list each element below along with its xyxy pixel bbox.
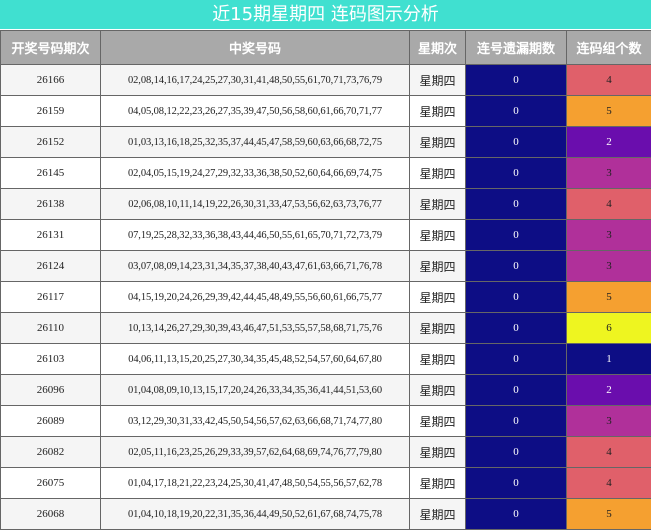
- consecutive-count-cell: 3: [566, 219, 651, 251]
- header-numbers: 中奖号码: [100, 30, 410, 65]
- weekday-cell: 星期四: [409, 281, 466, 313]
- table-row: 26124 03,07,08,09,14,23,31,34,35,37,38,40…: [0, 250, 651, 282]
- table-row: 26117 04,15,19,20,24,26,29,39,42,44,45,48…: [0, 281, 651, 313]
- miss-count-cell: 0: [465, 64, 567, 96]
- consecutive-count-cell: 2: [566, 126, 651, 158]
- table-row: 26089 03,12,29,30,31,33,42,45,50,54,56,57…: [0, 405, 651, 437]
- weekday-cell: 星期四: [409, 250, 466, 282]
- lottery-analysis-panel: 近15期星期四 连码图示分析 开奖号码期次 中奖号码 星期次 连号遗漏期数 连码…: [0, 0, 651, 530]
- numbers-cell: 03,12,29,30,31,33,42,45,50,54,56,57,62,6…: [100, 405, 410, 437]
- period-cell: 26138: [0, 188, 101, 220]
- numbers-cell: 02,05,11,16,23,25,26,29,33,39,57,62,64,6…: [100, 436, 410, 468]
- numbers-cell: 07,19,25,28,32,33,36,38,43,44,46,50,55,6…: [100, 219, 410, 251]
- weekday-cell: 星期四: [409, 498, 466, 530]
- consecutive-count-cell: 4: [566, 64, 651, 96]
- period-cell: 26096: [0, 374, 101, 406]
- weekday-cell: 星期四: [409, 374, 466, 406]
- weekday-cell: 星期四: [409, 126, 466, 158]
- table-row: 26145 02,04,05,15,19,24,27,29,32,33,36,38…: [0, 157, 651, 189]
- weekday-cell: 星期四: [409, 188, 466, 220]
- miss-count-cell: 0: [465, 498, 567, 530]
- miss-count-cell: 0: [465, 405, 567, 437]
- header-period: 开奖号码期次: [0, 30, 101, 65]
- period-cell: 26145: [0, 157, 101, 189]
- period-cell: 26166: [0, 64, 101, 96]
- miss-count-cell: 0: [465, 467, 567, 499]
- numbers-cell: 03,07,08,09,14,23,31,34,35,37,38,40,43,4…: [100, 250, 410, 282]
- consecutive-count-cell: 1: [566, 343, 651, 375]
- consecutive-count-cell: 5: [566, 281, 651, 313]
- table-row: 26152 01,03,13,16,18,25,32,35,37,44,45,47…: [0, 126, 651, 158]
- miss-count-cell: 0: [465, 436, 567, 468]
- numbers-cell: 02,04,05,15,19,24,27,29,32,33,36,38,50,5…: [100, 157, 410, 189]
- miss-count-cell: 0: [465, 219, 567, 251]
- period-cell: 26117: [0, 281, 101, 313]
- weekday-cell: 星期四: [409, 436, 466, 468]
- table-row: 26138 02,06,08,10,11,14,19,22,26,30,31,33…: [0, 188, 651, 220]
- miss-count-cell: 0: [465, 343, 567, 375]
- miss-count-cell: 0: [465, 281, 567, 313]
- period-cell: 26110: [0, 312, 101, 344]
- table-row: 26082 02,05,11,16,23,25,26,29,33,39,57,62…: [0, 436, 651, 468]
- table-row: 26166 02,08,14,16,17,24,25,27,30,31,41,48…: [0, 64, 651, 96]
- weekday-cell: 星期四: [409, 312, 466, 344]
- numbers-cell: 01,03,13,16,18,25,32,35,37,44,45,47,58,5…: [100, 126, 410, 158]
- consecutive-count-cell: 3: [566, 405, 651, 437]
- weekday-cell: 星期四: [409, 95, 466, 127]
- period-cell: 26103: [0, 343, 101, 375]
- numbers-cell: 04,05,08,12,22,23,26,27,35,39,47,50,56,5…: [100, 95, 410, 127]
- table-row: 26075 01,04,17,18,21,22,23,24,25,30,41,47…: [0, 467, 651, 499]
- miss-count-cell: 0: [465, 374, 567, 406]
- weekday-cell: 星期四: [409, 64, 466, 96]
- consecutive-count-cell: 5: [566, 498, 651, 530]
- analysis-table: 开奖号码期次 中奖号码 星期次 连号遗漏期数 连码组个数 26166 02,08,…: [0, 30, 651, 530]
- consecutive-count-cell: 3: [566, 157, 651, 189]
- miss-count-cell: 0: [465, 126, 567, 158]
- numbers-cell: 04,15,19,20,24,26,29,39,42,44,45,48,49,5…: [100, 281, 410, 313]
- consecutive-count-cell: 5: [566, 95, 651, 127]
- page-title: 近15期星期四 连码图示分析: [0, 0, 651, 30]
- header-count: 连码组个数: [566, 30, 651, 65]
- consecutive-count-cell: 3: [566, 250, 651, 282]
- weekday-cell: 星期四: [409, 219, 466, 251]
- miss-count-cell: 0: [465, 250, 567, 282]
- table-row: 26096 01,04,08,09,10,13,15,17,20,24,26,33…: [0, 374, 651, 406]
- period-cell: 26131: [0, 219, 101, 251]
- period-cell: 26082: [0, 436, 101, 468]
- period-cell: 26124: [0, 250, 101, 282]
- weekday-cell: 星期四: [409, 467, 466, 499]
- weekday-cell: 星期四: [409, 405, 466, 437]
- table-row: 26103 04,06,11,13,15,20,25,27,30,34,35,45…: [0, 343, 651, 375]
- consecutive-count-cell: 6: [566, 312, 651, 344]
- period-cell: 26159: [0, 95, 101, 127]
- period-cell: 26068: [0, 498, 101, 530]
- miss-count-cell: 0: [465, 188, 567, 220]
- period-cell: 26075: [0, 467, 101, 499]
- numbers-cell: 01,04,17,18,21,22,23,24,25,30,41,47,48,5…: [100, 467, 410, 499]
- miss-count-cell: 0: [465, 157, 567, 189]
- table-row: 26159 04,05,08,12,22,23,26,27,35,39,47,50…: [0, 95, 651, 127]
- consecutive-count-cell: 4: [566, 188, 651, 220]
- consecutive-count-cell: 4: [566, 467, 651, 499]
- miss-count-cell: 0: [465, 312, 567, 344]
- period-cell: 26089: [0, 405, 101, 437]
- numbers-cell: 02,06,08,10,11,14,19,22,26,30,31,33,47,5…: [100, 188, 410, 220]
- consecutive-count-cell: 2: [566, 374, 651, 406]
- numbers-cell: 04,06,11,13,15,20,25,27,30,34,35,45,48,5…: [100, 343, 410, 375]
- table-row: 26068 01,04,10,18,19,20,22,31,35,36,44,49…: [0, 498, 651, 530]
- consecutive-count-cell: 4: [566, 436, 651, 468]
- miss-count-cell: 0: [465, 95, 567, 127]
- header-miss: 连号遗漏期数: [465, 30, 567, 65]
- numbers-cell: 10,13,14,26,27,29,30,39,43,46,47,51,53,5…: [100, 312, 410, 344]
- weekday-cell: 星期四: [409, 157, 466, 189]
- numbers-cell: 01,04,10,18,19,20,22,31,35,36,44,49,50,5…: [100, 498, 410, 530]
- table-header-row: 开奖号码期次 中奖号码 星期次 连号遗漏期数 连码组个数: [0, 30, 651, 65]
- header-weekday: 星期次: [409, 30, 466, 65]
- table-row: 26110 10,13,14,26,27,29,30,39,43,46,47,51…: [0, 312, 651, 344]
- weekday-cell: 星期四: [409, 343, 466, 375]
- period-cell: 26152: [0, 126, 101, 158]
- table-row: 26131 07,19,25,28,32,33,36,38,43,44,46,50…: [0, 219, 651, 251]
- numbers-cell: 01,04,08,09,10,13,15,17,20,24,26,33,34,3…: [100, 374, 410, 406]
- numbers-cell: 02,08,14,16,17,24,25,27,30,31,41,48,50,5…: [100, 64, 410, 96]
